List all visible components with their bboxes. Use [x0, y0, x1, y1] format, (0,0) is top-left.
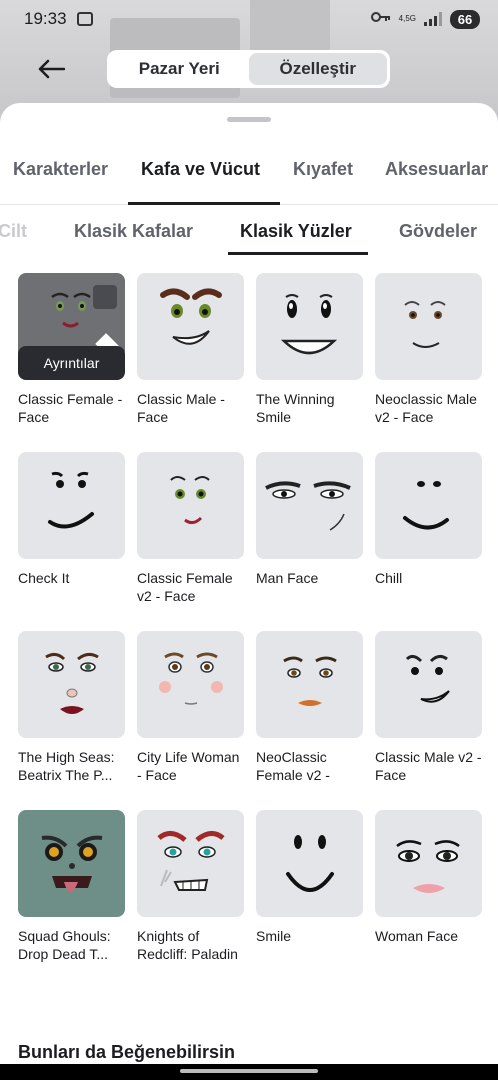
status-icons: 4,5G 66 — [370, 9, 480, 29]
mode-segmented-control: Pazar Yeri Özelleştir — [107, 50, 390, 88]
home-indicator[interactable] — [0, 1064, 498, 1080]
tab-head-and-body[interactable]: Kafa ve Vücut — [141, 159, 260, 180]
status-time: 19:33 — [24, 9, 67, 28]
item-name: NeoClassic Female v2 - — [256, 749, 330, 783]
item-name: Chill — [375, 570, 403, 586]
tab-clothing[interactable]: Kıyafet — [293, 159, 353, 180]
subcategory-tabs: Cilt Klasik Kafalar Klasik Yüzler Gövdel… — [0, 207, 498, 257]
selected-check-icon — [93, 285, 125, 374]
item-thumbnail — [137, 452, 244, 559]
active-subtab-indicator — [228, 252, 368, 255]
item-name: Check It — [18, 570, 70, 586]
tab-classic-heads[interactable]: Klasik Kafalar — [74, 221, 193, 242]
item-card[interactable]: Smile — [256, 810, 363, 963]
item-thumbnail — [137, 273, 244, 380]
details-button[interactable]: Ayrıntılar — [18, 346, 125, 380]
item-thumbnail — [256, 631, 363, 738]
item-name: Smile — [256, 928, 292, 944]
item-card[interactable]: Squad Ghouls: Drop Dead T... — [18, 810, 125, 963]
item-card[interactable]: NeoClassic Female v2 - — [256, 631, 363, 784]
segment-marketplace[interactable]: Pazar Yeri — [110, 53, 249, 85]
segment-customize[interactable]: Özelleştir — [248, 53, 387, 85]
item-card[interactable]: The High Seas: Beatrix The P... — [18, 631, 125, 784]
bottom-sheet: Karakterler Kafa ve Vücut Kıyafet Aksesu… — [0, 103, 498, 1080]
item-name: Man Face — [256, 570, 319, 586]
item-thumbnail — [137, 810, 244, 917]
item-card[interactable]: Classic Male - Face — [137, 273, 244, 426]
item-thumbnail — [18, 631, 125, 738]
active-tab-indicator — [128, 202, 280, 205]
item-thumbnail — [375, 810, 482, 917]
tab-characters[interactable]: Karakterler — [13, 159, 108, 180]
item-thumbnail — [256, 810, 363, 917]
network-type-label: 4,5G — [398, 14, 416, 23]
item-name: Classic Female v2 - Face — [137, 570, 233, 604]
item-thumbnail — [256, 273, 363, 380]
item-card[interactable]: Ayrıntılar Classic Female - Face — [18, 273, 125, 426]
item-card[interactable]: Woman Face — [375, 810, 482, 963]
item-name: Classic Male v2 - Face — [375, 749, 482, 783]
item-card[interactable]: Classic Female v2 - Face — [137, 452, 244, 605]
item-thumbnail — [256, 452, 363, 559]
signal-icon — [424, 12, 442, 26]
item-name: Classic Male - Face — [137, 391, 225, 425]
sheet-drag-handle[interactable] — [227, 117, 271, 122]
item-thumbnail — [375, 452, 482, 559]
battery-indicator: 66 — [450, 9, 480, 29]
item-thumbnail — [375, 273, 482, 380]
tab-classic-faces[interactable]: Klasik Yüzler — [240, 221, 352, 242]
item-thumbnail — [18, 810, 125, 917]
item-name: The High Seas: Beatrix The P... — [18, 749, 115, 783]
item-name: Neoclassic Male v2 - Face — [375, 391, 477, 425]
item-name: Knights of Redcliff: Paladin — [137, 928, 238, 962]
item-thumbnail: Ayrıntılar — [18, 273, 125, 380]
recommendations-title: Bunları da Beğenebilirsin — [18, 1042, 236, 1062]
back-arrow-icon[interactable] — [36, 57, 66, 81]
category-tabs: Karakterler Kafa ve Vücut Kıyafet Aksesu… — [0, 143, 498, 205]
item-card[interactable]: City Life Woman - Face — [137, 631, 244, 784]
item-card[interactable]: The Winning Smile — [256, 273, 363, 426]
item-name: City Life Woman - Face — [137, 749, 240, 783]
item-card[interactable]: Check It — [18, 452, 125, 605]
item-name: The Winning Smile — [256, 391, 335, 425]
item-thumbnail — [18, 452, 125, 559]
item-card[interactable]: Knights of Redcliff: Paladin — [137, 810, 244, 963]
item-name: Classic Female - Face — [18, 391, 123, 425]
item-thumbnail — [375, 631, 482, 738]
tab-accessories[interactable]: Aksesuarlar — [385, 159, 488, 180]
item-card[interactable]: Chill — [375, 452, 482, 605]
item-card[interactable]: Neoclassic Male v2 - Face — [375, 273, 482, 426]
key-icon — [370, 10, 391, 28]
status-bar: 19:33 4,5G 66 — [0, 0, 498, 38]
item-name: Woman Face — [375, 928, 458, 944]
screen-record-icon — [76, 12, 93, 26]
tab-skin[interactable]: Cilt — [0, 221, 27, 242]
item-card[interactable]: Classic Male v2 - Face — [375, 631, 482, 784]
item-name: Squad Ghouls: Drop Dead T... — [18, 928, 111, 962]
item-card[interactable]: Man Face — [256, 452, 363, 605]
tab-torsos[interactable]: Gövdeler — [399, 221, 477, 242]
item-thumbnail — [137, 631, 244, 738]
